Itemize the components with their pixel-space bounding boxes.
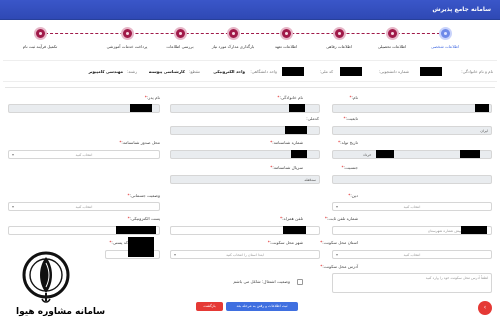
redacted-national-code bbox=[282, 67, 304, 76]
step-review[interactable]: بررسی اطلاعات bbox=[160, 22, 200, 56]
nationality-label: تابعیت:* bbox=[343, 116, 358, 121]
disability-select[interactable]: انتخاب کنید ▾ bbox=[8, 202, 160, 211]
student-info-bar: نام و نام خانوادگی: شماره دانشجویی: کد م… bbox=[3, 60, 497, 82]
step-commitment[interactable]: اطلاعات تعهد bbox=[266, 22, 306, 56]
disability-label: وضعیت جسمانی:* bbox=[127, 193, 161, 198]
last-name-label: نام خانوادگی:* bbox=[277, 95, 303, 100]
step-label: تکمیل فرآیند ثبت نام bbox=[22, 44, 58, 49]
unit-value: واحد الکترونیکی bbox=[213, 69, 245, 74]
birth-date-label: تاریخ تولد:* bbox=[338, 140, 358, 145]
top-bar: سامانه جامع پذیرش bbox=[0, 0, 500, 20]
first-name-label: نام:* bbox=[349, 95, 358, 100]
chevron-down-icon: ▾ bbox=[174, 252, 177, 257]
redacted-email bbox=[116, 226, 156, 234]
employment-label: وضعیت اشتغال: شاغل می باشم bbox=[233, 279, 290, 284]
step-documents[interactable]: بارگذاری مدارک مورد نیاز bbox=[212, 22, 254, 56]
id-series-label: سریال شناسنامه:* bbox=[270, 165, 303, 170]
redacted-father-name bbox=[130, 104, 152, 112]
unit-label: واحد دانشگاهی: bbox=[250, 69, 277, 74]
step-dot-icon bbox=[174, 27, 187, 40]
gender-label: جنسیت:* bbox=[341, 165, 358, 170]
chevron-down-icon: ▾ bbox=[12, 152, 15, 157]
birth-month-value: خرداد bbox=[363, 153, 372, 157]
issue-place-select[interactable]: انتخاب کنید ▾ bbox=[8, 150, 160, 159]
step-education[interactable]: اطلاعات تحصیلی bbox=[372, 22, 412, 56]
id-number-label: شماره شناسنامه:* bbox=[270, 140, 303, 145]
province-select[interactable]: انتخاب کنید ▾ bbox=[332, 250, 492, 259]
logo-text: سامانه مشاوره هیوا bbox=[16, 307, 106, 317]
step-complete[interactable]: تکمیل فرآیند ثبت نام bbox=[20, 22, 60, 56]
province-label: استان محل سکونت:* bbox=[320, 240, 358, 245]
employment-checkbox[interactable] bbox=[297, 279, 303, 285]
level-value: کارشناسی پیوسته bbox=[148, 69, 185, 74]
step-dot-icon bbox=[121, 27, 134, 40]
redacted-last-name bbox=[289, 104, 305, 112]
redacted-birth-day bbox=[460, 150, 480, 158]
step-welfare[interactable]: اطلاعات رفاهی bbox=[319, 22, 359, 56]
step-dot-icon bbox=[227, 27, 240, 40]
chevron-down-icon: ▾ bbox=[12, 204, 15, 209]
step-label: اطلاعات تحصیلی bbox=[377, 44, 407, 49]
city-select[interactable]: ابتدا استان را انتخاب کنید ▾ bbox=[170, 250, 320, 259]
chevron-down-icon: ▾ bbox=[336, 252, 339, 257]
redacted-first-name bbox=[475, 104, 489, 112]
landline-label: شماره تلفن ثابت:* bbox=[324, 216, 358, 221]
stepper: اطلاعات شخصی اطلاعات تحصیلی اطلاعات رفاه… bbox=[0, 22, 500, 56]
landline-placeholder: پیش شماره شهرستان bbox=[427, 229, 461, 233]
id-series-field[interactable]: سه‌قفله bbox=[170, 175, 320, 184]
save-next-button[interactable]: ثبت اطلاعات و رفتن به مرحله بعد bbox=[226, 302, 298, 311]
step-label: اطلاعات شخصی bbox=[430, 44, 460, 49]
city-label: شهر محل سکونت:* bbox=[267, 240, 303, 245]
step-label: اطلاعات رفاهی bbox=[326, 44, 352, 49]
step-label: بارگذاری مدارک مورد نیاز bbox=[211, 44, 255, 49]
redacted-name bbox=[420, 67, 442, 76]
redacted-national-code-field bbox=[285, 126, 307, 134]
religion-select[interactable]: انتخاب کنید ▾ bbox=[332, 202, 492, 211]
chevron-down-icon: ▾ bbox=[336, 204, 339, 209]
father-name-label: نام پدر:* bbox=[144, 95, 160, 100]
arrow-icon: › bbox=[483, 304, 487, 311]
address-textarea[interactable]: لطفاً آدرس محل سکونت خود را وارد کنید bbox=[332, 273, 492, 293]
step-label: اطلاعات تعهد bbox=[274, 44, 298, 49]
field-value: مهندسی کامپیوتر bbox=[88, 69, 123, 74]
national-code-field-label: کدملی: bbox=[306, 116, 319, 121]
gender-field[interactable] bbox=[332, 175, 492, 184]
page-title: سامانه جامع پذیرش bbox=[432, 6, 491, 13]
logo: سامانه مشاوره هیوا bbox=[16, 243, 106, 323]
step-payment[interactable]: پرداخت خدمات آموزشی bbox=[107, 22, 147, 56]
step-dot-icon bbox=[439, 27, 452, 40]
divider bbox=[5, 87, 495, 88]
floating-action-button[interactable]: › bbox=[478, 301, 492, 315]
step-dot-icon bbox=[386, 27, 399, 40]
issue-place-label: محل صدور شناسنامه:* bbox=[119, 140, 160, 145]
step-personal[interactable]: اطلاعات شخصی bbox=[425, 22, 465, 56]
mobile-label: تلفن همراه:* bbox=[280, 216, 303, 221]
student-no-label: شماره دانشجویی: bbox=[378, 69, 409, 74]
step-label: بررسی اطلاعات bbox=[166, 44, 194, 49]
postal-code-label: کد پستی:* bbox=[109, 240, 128, 245]
first-name-field[interactable] bbox=[332, 104, 492, 113]
redacted-birth-year bbox=[376, 150, 394, 158]
step-label: پرداخت خدمات آموزشی bbox=[106, 44, 148, 49]
religion-label: دین:* bbox=[348, 193, 358, 198]
redacted-id-number bbox=[291, 150, 307, 158]
step-dot-icon bbox=[333, 27, 346, 40]
redacted-student-no bbox=[340, 67, 362, 76]
name-label: نام و نام خانوادگی: bbox=[461, 69, 493, 74]
address-label: آدرس محل سکونت:* bbox=[320, 264, 358, 269]
level-label: مقطع: bbox=[189, 69, 200, 74]
email-label: پست الکترونیکی:* bbox=[127, 216, 160, 221]
field-label: رشته: bbox=[127, 69, 137, 74]
redacted-postal-code bbox=[128, 237, 154, 257]
redacted-mobile bbox=[283, 226, 306, 234]
redacted-landline bbox=[461, 226, 487, 234]
step-dot-icon bbox=[280, 27, 293, 40]
nationality-field[interactable]: ایران bbox=[332, 126, 492, 135]
step-dot-icon bbox=[34, 27, 47, 40]
back-button[interactable]: بازگشت bbox=[196, 302, 223, 311]
national-code-label: کد ملی: bbox=[319, 69, 333, 74]
